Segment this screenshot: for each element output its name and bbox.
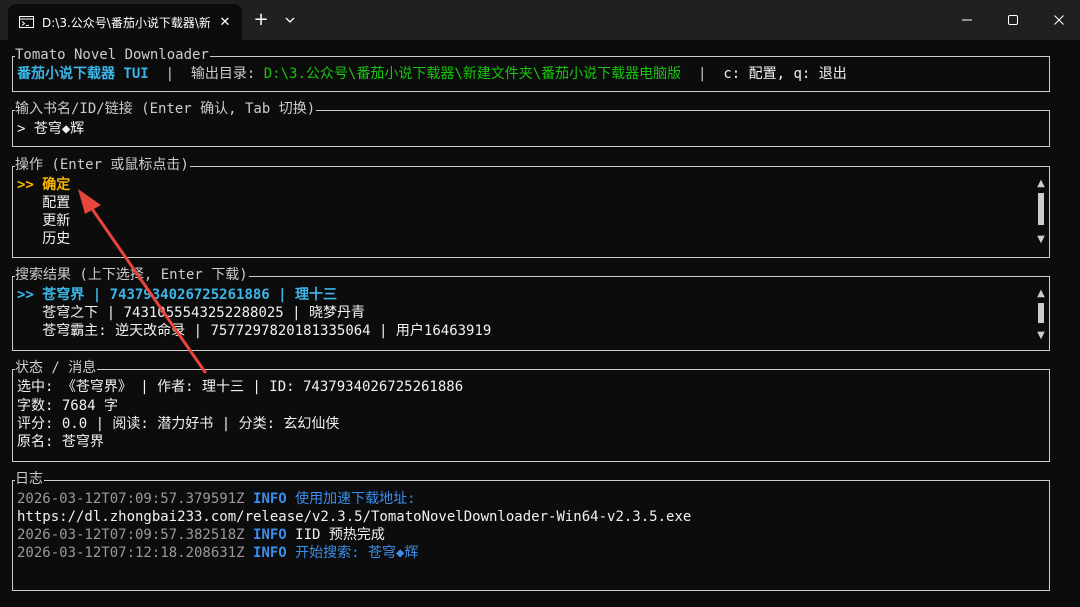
scroll-thumb[interactable] [1038, 193, 1044, 225]
log-level: INFO [253, 545, 287, 561]
status-word-count: 字数: 7684 字 [17, 398, 119, 414]
input-prompt: > [17, 121, 26, 137]
log-timestamp: 2026-03-12T07:09:57.382518Z [17, 527, 245, 543]
minimize-icon[interactable] [944, 0, 990, 40]
output-label: 输出目录: [190, 66, 256, 82]
result-title: 苍穹之下 [42, 305, 99, 321]
separator: | [165, 66, 175, 82]
scroll-down-icon[interactable]: ▼ [1035, 331, 1047, 341]
shortcuts-hint: c: 配置, q: 退出 [723, 66, 847, 82]
result-id: 7431055543252288025 [123, 305, 284, 321]
plus-icon[interactable]: + [251, 10, 271, 30]
actions-box-title: 操作 (Enter 或鼠标点击) [15, 157, 190, 173]
result-author: 晓梦丹青 [309, 305, 366, 321]
result-id: 7577297820181335064 [210, 323, 371, 339]
header-box-title: Tomato Novel Downloader [15, 47, 210, 63]
close-icon[interactable]: ✕ [218, 16, 232, 30]
selection-marker: >> [17, 287, 34, 303]
log-message: 使用加速下载地址: [295, 491, 416, 507]
log-entry: 2026-03-12T07:09:57.379591Z INFO 使用加速下载地… [17, 490, 416, 508]
actions-scrollbar[interactable]: ▲ ▼ [1035, 179, 1047, 245]
result-title: 苍穹霸主: 逆天改命录 [42, 323, 186, 339]
actions-box: 操作 (Enter 或鼠标点击) >> 确定 配置 更新 历史 ▲ ▼ [12, 157, 1050, 258]
scroll-up-icon[interactable]: ▲ [1035, 179, 1047, 189]
action-config[interactable]: 配置 [17, 194, 70, 212]
log-message: IID 预热完成 [295, 527, 385, 543]
terminal-tab[interactable]: D:\3.公众号\番茄小说下载器\新建文件夹\番茄小说下载器电脑版\Tomato… [8, 4, 242, 40]
result-author: 用户16463919 [395, 323, 492, 339]
input-box[interactable]: 输入书名/ID/链接 (Enter 确认, Tab 切换) > 苍穹◆辉 [12, 101, 1050, 147]
log-timestamp: 2026-03-12T07:09:57.379591Z [17, 491, 245, 507]
log-message: https://dl.zhongbai233.com/release/v2.3.… [17, 509, 692, 525]
search-input-value: 苍穹◆辉 [33, 121, 85, 137]
action-update-label: 更新 [42, 213, 71, 229]
result-author: 理十三 [295, 287, 338, 303]
terminal-icon [19, 16, 34, 28]
status-original-name: 原名: 苍穹界 [17, 434, 104, 450]
status-box-title: 状态 / 消息 [15, 360, 98, 376]
window-close-icon[interactable] [1036, 0, 1080, 40]
action-update[interactable]: 更新 [17, 212, 70, 230]
status-box: 状态 / 消息 选中: 《苍穹界》 | 作者: 理十三 | ID: 743793… [12, 360, 1050, 462]
action-confirm[interactable]: >> 确定 [17, 176, 70, 194]
app-name: 番茄小说下载器 TUI [17, 66, 149, 82]
scroll-up-icon[interactable]: ▲ [1035, 289, 1047, 299]
results-scrollbar[interactable]: ▲ ▼ [1035, 289, 1047, 341]
scroll-thumb[interactable] [1038, 303, 1044, 323]
result-item[interactable]: 苍穹之下 | 7431055543252288025 | 晓梦丹青 [17, 304, 365, 322]
chevron-down-icon[interactable] [281, 10, 299, 30]
action-confirm-label: 确定 [42, 177, 71, 193]
results-box-title: 搜索结果 (上下选择, Enter 下载) [15, 267, 249, 283]
log-entry: 2026-03-12T07:09:57.382518Z INFO IID 预热完… [17, 526, 385, 544]
separator: | [698, 66, 707, 82]
result-title: 苍穹界 [42, 287, 85, 303]
log-box-title: 日志 [15, 471, 44, 487]
header-line: 番茄小说下载器 TUI | 输出目录: D:\3.公众号\番茄小说下载器\新建文… [17, 65, 847, 83]
log-message-label: 开始搜索: 苍穹◆辉 [295, 545, 419, 561]
log-level: INFO [253, 491, 287, 507]
result-item-selected[interactable]: >> 苍穹界 | 7437934026725261886 | 理十三 [17, 286, 337, 304]
action-config-label: 配置 [42, 195, 71, 211]
log-timestamp: 2026-03-12T07:12:18.208631Z [17, 545, 245, 561]
output-path: D:\3.公众号\番茄小说下载器\新建文件夹\番茄小说下载器电脑版 [263, 66, 682, 82]
status-rating: 评分: 0.0 | 阅读: 潜力好书 | 分类: 玄幻仙侠 [17, 416, 340, 432]
header-box: Tomato Novel Downloader 番茄小说下载器 TUI | 输出… [12, 47, 1050, 92]
action-history[interactable]: 历史 [17, 230, 70, 248]
selection-marker: >> [17, 177, 34, 193]
scroll-down-icon[interactable]: ▼ [1035, 235, 1047, 245]
tab-title: D:\3.公众号\番茄小说下载器\新建文件夹\番茄小说下载器电脑版\Tomato… [42, 16, 210, 30]
maximize-icon[interactable] [990, 0, 1036, 40]
input-box-title: 输入书名/ID/链接 (Enter 确认, Tab 切换) [15, 101, 317, 117]
log-level: INFO [253, 527, 287, 543]
result-item[interactable]: 苍穹霸主: 逆天改命录 | 7577297820181335064 | 用户16… [17, 322, 491, 340]
log-entry: 2026-03-12T07:12:18.208631Z INFO 开始搜索: 苍… [17, 544, 418, 562]
action-history-label: 历史 [42, 231, 71, 247]
results-box: 搜索结果 (上下选择, Enter 下载) >> 苍穹界 | 743793402… [12, 267, 1050, 351]
result-id: 7437934026725261886 [109, 287, 270, 303]
log-box: 日志 2026-03-12T07:09:57.379591Z INFO 使用加速… [12, 471, 1050, 591]
search-input[interactable]: > 苍穹◆辉 [17, 120, 84, 138]
window-titlebar[interactable]: D:\3.公众号\番茄小说下载器\新建文件夹\番茄小说下载器电脑版\Tomato… [0, 0, 1080, 40]
log-entry: https://dl.zhongbai233.com/release/v2.3.… [17, 508, 691, 526]
status-selected: 选中: 《苍穹界》 | 作者: 理十三 | ID: 74379340267252… [17, 379, 464, 395]
